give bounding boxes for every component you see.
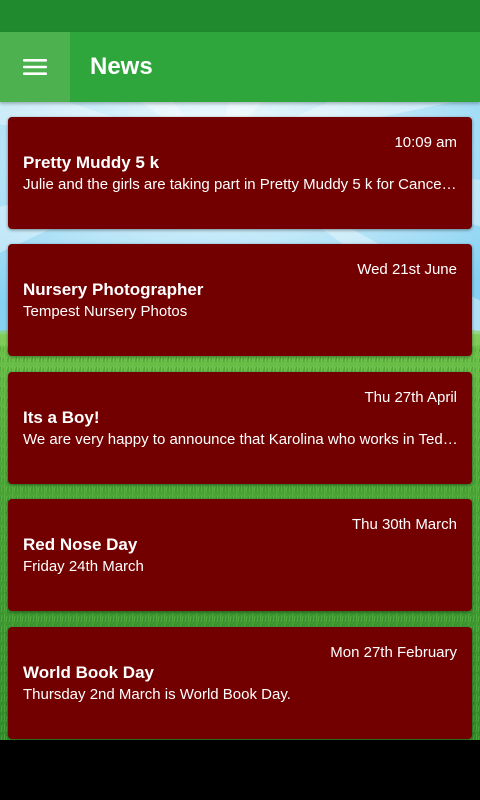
news-summary: We are very happy to announce that Karol… xyxy=(23,431,459,448)
news-item-2[interactable]: Wed 21st June Nursery Photographer Tempe… xyxy=(8,244,472,356)
news-summary: Friday 24th March xyxy=(23,558,144,575)
news-title: Nursery Photographer xyxy=(23,280,204,299)
status-bar xyxy=(0,0,480,32)
news-title: Red Nose Day xyxy=(23,535,138,554)
news-summary: Julie and the girls are taking part in P… xyxy=(23,176,459,193)
news-item-5[interactable]: Mon 27th February World Book Day Thursda… xyxy=(8,627,472,739)
news-title: Pretty Muddy 5 k xyxy=(23,153,160,172)
news-summary: Tempest Nursery Photos xyxy=(23,303,188,320)
news-item-3[interactable]: Thu 27th April Its a Boy! We are very ha… xyxy=(8,372,472,484)
news-title: World Book Day xyxy=(23,663,154,682)
menu-button[interactable] xyxy=(0,32,70,102)
news-title: Its a Boy! xyxy=(23,408,100,427)
news-content[interactable]: 10:09 am Pretty Muddy 5 k Julie and the … xyxy=(0,102,480,740)
news-item-1[interactable]: 10:09 am Pretty Muddy 5 k Julie and the … xyxy=(8,117,472,229)
news-date: 10:09 am xyxy=(394,134,457,151)
news-date: Thu 27th April xyxy=(364,389,457,406)
news-summary: Thursday 2nd March is World Book Day. xyxy=(23,686,291,703)
news-date: Wed 21st June xyxy=(357,261,457,278)
bottom-navigation-bar xyxy=(0,740,480,800)
news-date: Thu 30th March xyxy=(351,516,457,533)
news-date: Mon 27th February xyxy=(330,644,457,661)
app-bar: News xyxy=(0,32,480,102)
news-item-4[interactable]: Thu 30th March Red Nose Day Friday 24th … xyxy=(8,499,472,611)
page-title: News xyxy=(90,53,153,80)
hamburger-menu-icon xyxy=(23,59,47,75)
